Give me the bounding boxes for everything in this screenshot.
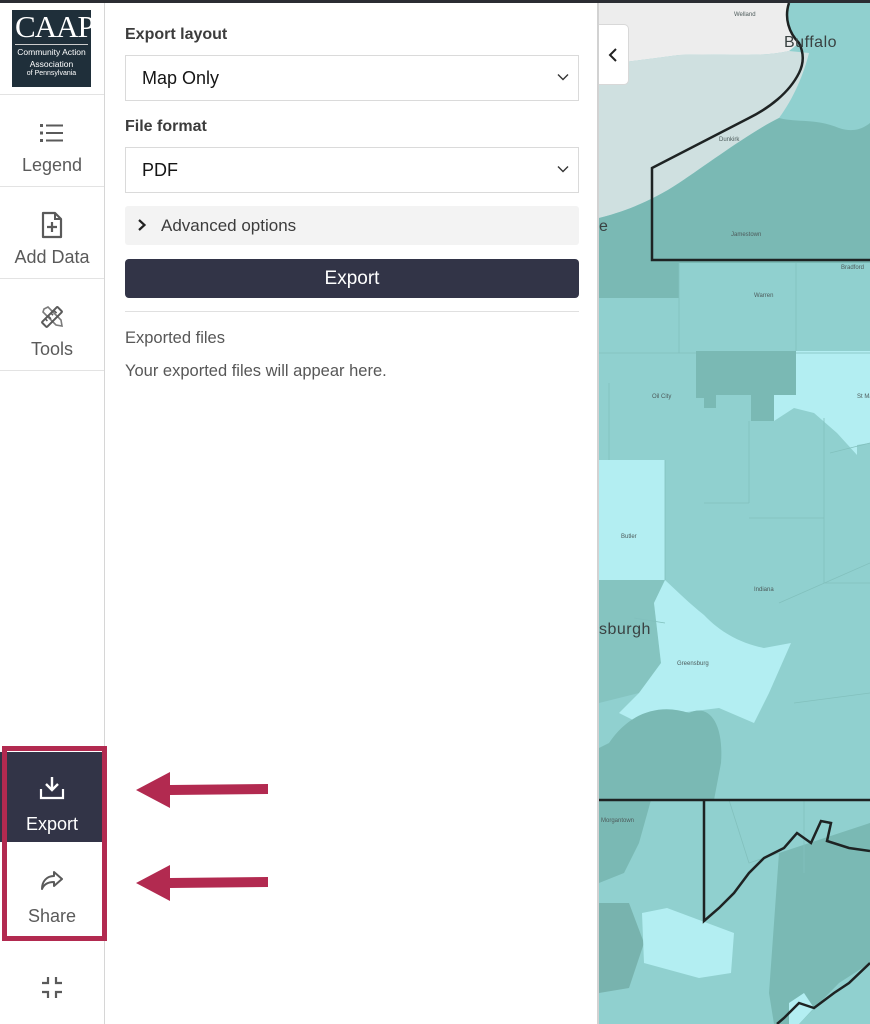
sidebar-item-label: Export (25, 814, 79, 834)
map-label-oil-city: Oil City (652, 394, 672, 400)
minimize-icon (42, 977, 62, 998)
export-pointer-arrow (136, 772, 268, 808)
sidebar-item-tools[interactable]: Tools (0, 279, 104, 371)
map-label-welland: Welland (734, 12, 756, 18)
map-label-buffalo: Buffalo (784, 34, 838, 51)
ruler-pencil-icon (41, 306, 63, 328)
sidebar-item-label: Add Data (14, 247, 90, 267)
sidebar-item-legend[interactable]: Legend (0, 95, 104, 187)
map-label-st-marys: St Ma (857, 394, 870, 400)
logo-title: CAAP (15, 10, 91, 45)
map-view[interactable]: Welland Buffalo Dunkirk Jamestown Bradfo… (599, 3, 870, 1024)
butler-county-region (599, 460, 665, 580)
sidebar-item-label: Share (27, 906, 77, 926)
map-label-pittsburgh: sburgh (599, 621, 651, 638)
exported-files-empty-message: Your exported files will appear here. (125, 362, 387, 380)
add-file-icon (41, 211, 63, 239)
collapse-panel-button[interactable] (599, 24, 629, 85)
map-label-warren: Warren (754, 293, 774, 299)
export-layout-label: Export layout (125, 26, 228, 43)
sidebar-item-label: Tools (30, 339, 74, 359)
file-format-select[interactable]: PDF (125, 147, 579, 193)
logo-line-1: Community Action (17, 47, 86, 57)
map-label-morgantown: Morgantown (601, 818, 635, 824)
map-label-greensburg: Greensburg (677, 661, 709, 667)
file-format-label: File format (125, 118, 207, 135)
advanced-options-toggle[interactable]: Advanced options (125, 206, 579, 245)
section-divider (125, 311, 579, 312)
map-label-bradford: Bradford (841, 265, 865, 271)
chevron-down-icon (557, 74, 569, 81)
top-bar (0, 0, 870, 3)
download-icon (39, 777, 65, 800)
map-label-indiana: Indiana (754, 587, 774, 593)
sidebar-item-label: Legend (21, 155, 83, 175)
export-layout-select[interactable]: Map Only (125, 55, 579, 101)
logo-line-2: Association (29, 59, 74, 69)
map-label-lake-erie-fragment: e (599, 218, 609, 235)
chevron-right-icon (138, 219, 147, 231)
sidebar: CAAP Community Action Association of Pen… (0, 0, 105, 1024)
sidebar-item-export[interactable]: Export (0, 752, 104, 842)
share-arrow-icon (41, 871, 63, 890)
list-icon (40, 124, 63, 142)
map-label-butler: Butler (621, 534, 637, 540)
sidebar-item-add-data[interactable]: Add Data (0, 187, 104, 279)
chevron-left-icon (608, 48, 617, 62)
collapse-sidebar-button[interactable] (0, 950, 104, 1024)
map-canvas (599, 3, 870, 1024)
map-label-dunkirk: Dunkirk (719, 137, 740, 143)
sidebar-item-share[interactable]: Share (0, 842, 104, 938)
chevron-down-icon (557, 166, 569, 173)
file-format-value: PDF (142, 160, 178, 180)
map-label-jamestown: Jamestown (731, 232, 762, 238)
caap-logo[interactable]: CAAP Community Action Association of Pen… (12, 10, 91, 87)
advanced-options-label: Advanced options (161, 216, 297, 235)
share-pointer-arrow (136, 865, 268, 901)
export-button[interactable]: Export (125, 259, 579, 298)
exported-files-title: Exported files (125, 329, 225, 347)
export-layout-value: Map Only (142, 68, 220, 88)
logo-line-3: of Pennsylvania (26, 70, 77, 77)
